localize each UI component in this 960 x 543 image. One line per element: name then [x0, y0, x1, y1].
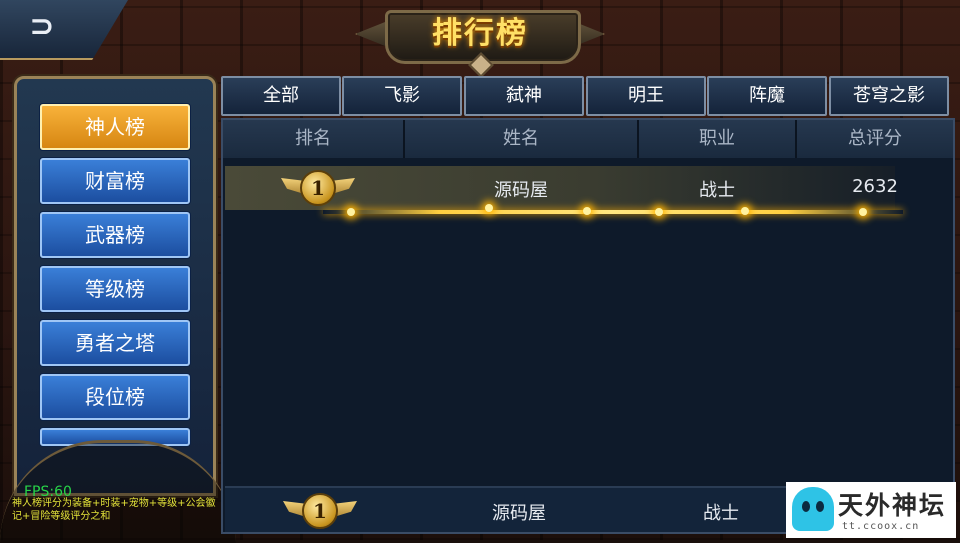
sparkle-icon — [741, 207, 749, 215]
sparkle-icon — [485, 204, 493, 212]
ranking-table: 排名 姓名 职业 总评分 1 源码屋 战士 2632 1 源码屋 战士 — [221, 118, 955, 534]
rank-number: 1 — [300, 170, 336, 206]
column-header-name: 姓名 — [405, 120, 639, 158]
sparkle-icon — [859, 208, 867, 216]
mascot-eye-right — [816, 501, 824, 512]
my-name: 源码屋 — [492, 503, 546, 524]
my-class: 战士 — [703, 503, 739, 524]
column-header-rank: 排名 — [223, 120, 405, 158]
tab-shishen[interactable]: 弑神 — [464, 76, 584, 116]
watermark-logo: 天外神坛 tt.ccoox.cn — [786, 482, 956, 538]
tab-cangqiong[interactable]: 苍穹之影 — [829, 76, 949, 116]
sidebar-item-tower[interactable]: 勇者之塔 — [40, 320, 190, 366]
sidebar-item-rank-tier[interactable]: 段位榜 — [40, 374, 190, 420]
page-title: 排行榜 — [432, 16, 528, 51]
my-rank-number: 1 — [302, 493, 338, 529]
sidebar-item-level[interactable]: 等级榜 — [40, 266, 190, 312]
sparkle-icon — [655, 208, 663, 216]
sidebar-item-shenren[interactable]: 神人榜 — [40, 104, 190, 150]
table-row[interactable]: 1 源码屋 战士 2632 — [225, 166, 898, 210]
mascot-icon — [792, 487, 834, 531]
highlight-glow — [323, 210, 903, 214]
sparkle-icon — [347, 208, 355, 216]
player-name: 源码屋 — [494, 180, 548, 201]
my-rank-medal-icon: 1 — [283, 493, 357, 529]
tab-zhenmo[interactable]: 阵魔 — [707, 76, 827, 116]
watermark-title: 天外神坛 — [838, 491, 947, 520]
watermark-url: tt.ccoox.cn — [842, 521, 920, 532]
back-arrow-icon: ⊃ — [29, 9, 55, 44]
rank-medal-icon: 1 — [281, 170, 355, 206]
column-header-score: 总评分 — [797, 120, 953, 158]
score-explanation: 神人榜评分为装备+时装+宠物+等级+公会徽记+冒险等级评分之和 — [12, 498, 216, 522]
title-banner: 排行榜 — [355, 4, 605, 78]
sidebar-item-weapon[interactable]: 武器榜 — [40, 212, 190, 258]
sidebar-item-wealth[interactable]: 财富榜 — [40, 158, 190, 204]
tab-mingwang[interactable]: 明王 — [586, 76, 706, 116]
player-class: 战士 — [699, 180, 735, 201]
sparkle-icon — [583, 207, 591, 215]
mascot-eye-left — [802, 501, 810, 512]
tab-all[interactable]: 全部 — [221, 76, 341, 116]
column-header-class: 职业 — [639, 120, 797, 158]
player-score: 2632 — [852, 176, 898, 197]
tab-feiying[interactable]: 飞影 — [342, 76, 462, 116]
